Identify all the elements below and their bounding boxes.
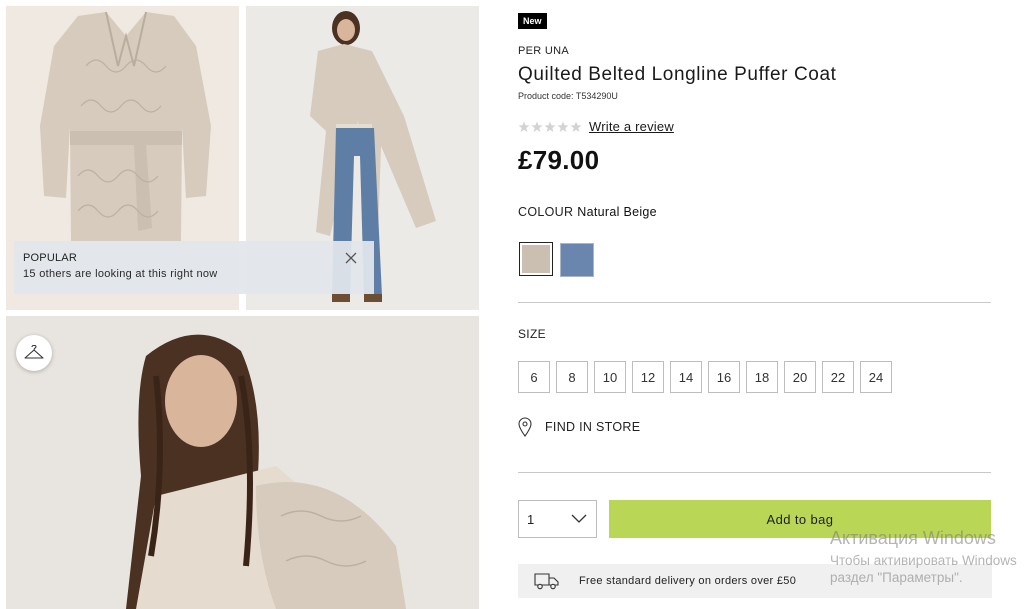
colour-label: COLOUR (518, 205, 574, 219)
brand-name[interactable]: PER UNA (518, 45, 569, 57)
rating-row: Write a review (518, 119, 674, 134)
find-in-store-link[interactable]: FIND IN STORE (518, 417, 640, 437)
product-title: Quilted Belted Longline Puffer Coat (518, 64, 837, 85)
product-details: New PER UNA Quilted Belted Longline Puff… (518, 0, 992, 609)
product-gallery: POPULAR 15 others are looking at this ri… (0, 0, 484, 609)
quantity-value: 1 (527, 512, 535, 527)
star-icon (570, 121, 582, 132)
size-option[interactable]: 10 (594, 361, 626, 393)
save-to-wishlist-button[interactable] (16, 335, 52, 371)
find-in-store-label: FIND IN STORE (545, 420, 641, 434)
delivery-truck-icon (534, 573, 559, 590)
star-icon (531, 121, 543, 132)
delivery-banner: Free standard delivery on orders over £5… (518, 564, 992, 598)
chevron-down-icon (571, 514, 587, 523)
popular-title: POPULAR (23, 252, 77, 264)
size-option[interactable]: 24 (860, 361, 892, 393)
size-option[interactable]: 22 (822, 361, 854, 393)
close-icon[interactable] (344, 251, 358, 265)
size-label: SIZE (518, 327, 546, 341)
new-badge: New (518, 13, 547, 29)
add-to-bag-button[interactable]: Add to bag (609, 500, 991, 538)
write-review-link[interactable]: Write a review (589, 119, 674, 134)
colour-swatch-natural-beige[interactable] (519, 242, 553, 276)
star-icon (557, 121, 569, 132)
product-code: Product code: T534290U (518, 91, 618, 101)
model-closeup-illustration (6, 316, 479, 609)
hanger-icon (24, 345, 44, 359)
star-rating (518, 121, 582, 133)
size-option[interactable]: 12 (632, 361, 664, 393)
size-option[interactable]: 20 (784, 361, 816, 393)
star-icon (544, 121, 556, 132)
size-option[interactable]: 14 (670, 361, 702, 393)
popular-text: 15 others are looking at this right now (23, 268, 218, 280)
size-options: 6 8 10 12 14 16 18 20 22 24 (518, 361, 892, 393)
colour-value: Natural Beige (577, 205, 657, 219)
location-pin-icon (518, 417, 532, 437)
size-option[interactable]: 16 (708, 361, 740, 393)
quantity-select[interactable]: 1 (518, 500, 597, 538)
colour-selection-label: COLOUR Natural Beige (518, 205, 657, 219)
size-option[interactable]: 6 (518, 361, 550, 393)
colour-swatch-blue[interactable] (560, 243, 594, 277)
product-price: £79.00 (518, 145, 600, 175)
size-option[interactable]: 8 (556, 361, 588, 393)
delivery-text: Free standard delivery on orders over £5… (579, 575, 797, 587)
product-image-model-closeup[interactable] (6, 316, 479, 609)
star-icon (518, 121, 530, 132)
divider (518, 302, 991, 303)
size-option[interactable]: 18 (746, 361, 778, 393)
popular-notice: POPULAR 15 others are looking at this ri… (14, 241, 374, 294)
divider (518, 472, 991, 473)
